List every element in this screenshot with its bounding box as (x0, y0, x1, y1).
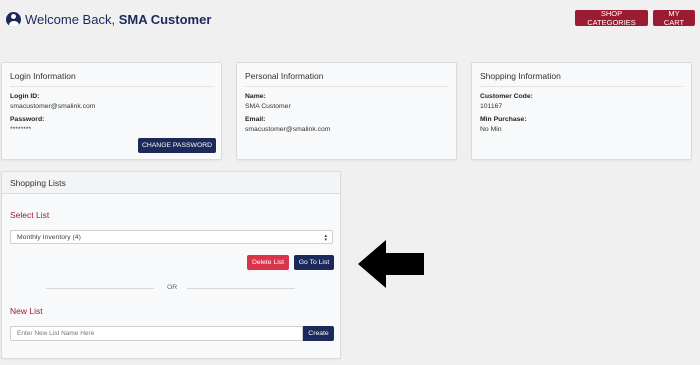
login-id-value: smacustomer@smalink.com (10, 103, 96, 110)
shopping-lists-title: Shopping Lists (2, 172, 340, 194)
select-list-label: Select List (10, 210, 50, 220)
password-label: Password: (10, 116, 45, 123)
shop-categories-button[interactable]: SHOP CATEGORIES (575, 9, 648, 27)
customer-name: SMA Customer (118, 11, 212, 27)
new-list-label: New List (10, 306, 43, 316)
password-value: ******** (10, 126, 32, 133)
welcome-message: Welcome Back, SMA Customer (25, 12, 211, 27)
selected-list-value: Monthly Inventory (4) (17, 233, 81, 241)
personal-information-card: Personal Information Name: SMA Customer … (236, 62, 457, 160)
my-cart-button[interactable]: MY CART (653, 9, 695, 27)
card-divider (10, 86, 213, 87)
login-information-title: Login Information (10, 71, 76, 81)
login-information-card: Login Information Login ID: smacustomer@… (1, 62, 222, 160)
email-value: smacustomer@smalink.com (245, 126, 331, 133)
card-divider (245, 86, 448, 87)
create-list-button[interactable]: Create (303, 326, 334, 341)
select-arrows-icon: ▴ ▾ (324, 233, 327, 243)
shopping-lists-card: Shopping Lists Select List Monthly Inven… (1, 171, 341, 359)
go-to-list-button[interactable]: Go To List (294, 255, 334, 270)
user-circle-icon (6, 11, 21, 27)
min-purchase-value: No Min (480, 126, 502, 133)
customer-code-label: Customer Code: (480, 93, 533, 100)
login-id-label: Login ID: (10, 93, 40, 100)
personal-information-title: Personal Information (245, 71, 324, 81)
name-label: Name: (245, 93, 266, 100)
new-list-name-input[interactable] (10, 326, 303, 341)
or-divider-right (187, 288, 295, 289)
delete-list-button[interactable]: Delete List (247, 255, 289, 270)
or-divider-left (46, 288, 154, 289)
list-select[interactable]: Monthly Inventory (4) ▴ ▾ (10, 230, 333, 244)
change-password-button[interactable]: CHANGE PASSWORD (138, 138, 216, 153)
shopping-information-card: Shopping Information Customer Code: 1011… (471, 62, 692, 160)
card-divider (480, 86, 683, 87)
min-purchase-label: Min Purchase: (480, 116, 527, 123)
email-label: Email: (245, 116, 266, 123)
customer-code-value: 101167 (480, 103, 503, 110)
welcome-prefix: Welcome Back, (25, 11, 116, 27)
or-text: OR (167, 284, 178, 291)
left-arrow-icon (358, 240, 424, 288)
shopping-information-title: Shopping Information (480, 71, 561, 81)
name-value: SMA Customer (245, 103, 291, 110)
page-header: Welcome Back, SMA Customer (6, 9, 211, 29)
